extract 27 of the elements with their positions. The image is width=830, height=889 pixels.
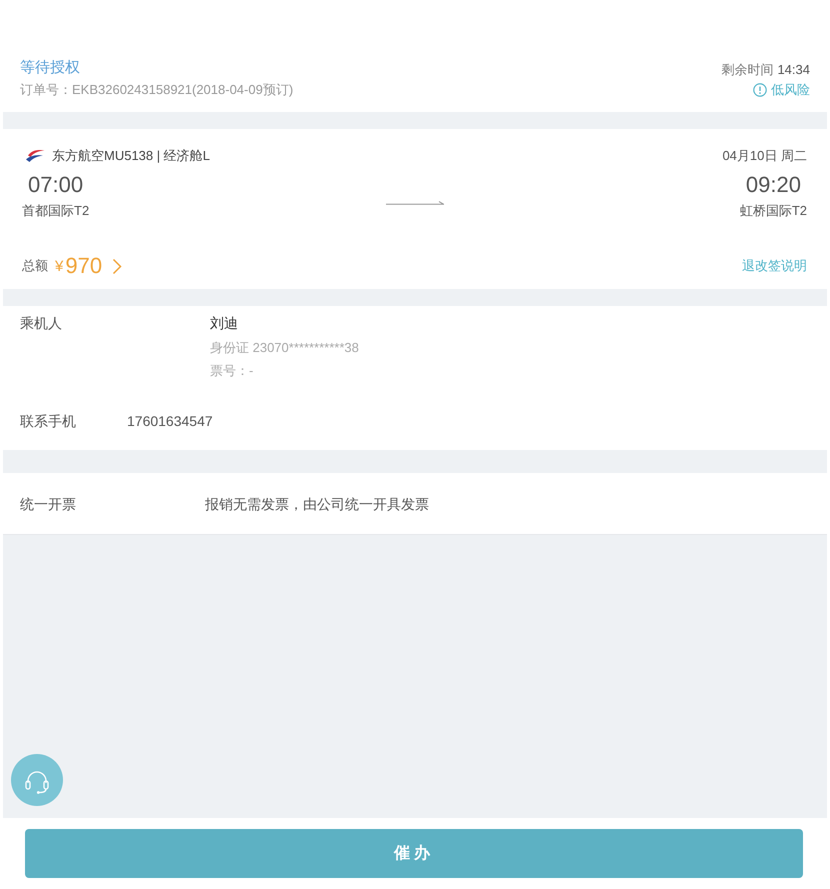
contact-label: 联系手机	[20, 413, 76, 429]
chevron-icon	[112, 258, 122, 274]
urge-button[interactable]: 催办	[25, 829, 803, 878]
flight-date: 04月10日 周二	[722, 147, 807, 165]
arrival-airport: 虹桥国际T2	[740, 202, 807, 220]
departure-airport: 首都国际T2	[22, 202, 90, 220]
alert-icon	[753, 83, 767, 97]
risk-level: 低风险	[771, 81, 810, 99]
total-price-button[interactable]: ¥970	[55, 252, 122, 280]
departure-time: 07:00	[28, 171, 84, 199]
order-number: 订单号：EKB3260243158921(2018-04-09预订)	[20, 81, 294, 99]
remaining-time-label: 剩余时间	[721, 62, 774, 77]
passenger-name: 刘迪	[210, 314, 238, 333]
remaining-time: 14:34	[777, 62, 810, 77]
flight-info: 东方航空MU5138 | 经济舱L	[52, 147, 210, 165]
ticket-number: 票号：-	[210, 362, 254, 380]
passenger-id: 身份证 23070***********38	[210, 339, 359, 357]
total-label: 总额	[22, 257, 48, 275]
invoice-label: 统一开票	[20, 496, 76, 512]
airline-logo-icon	[25, 149, 45, 163]
refund-policy-link[interactable]: 退改签说明	[742, 257, 807, 275]
arrival-time: 09:20	[746, 171, 801, 199]
passenger-label: 乘机人	[20, 315, 62, 331]
headset-icon[interactable]	[11, 754, 63, 806]
status-title: 等待授权	[20, 58, 80, 78]
invoice-note: 报销无需发票，由公司统一开具发票	[205, 495, 429, 514]
contact-phone: 17601634547	[127, 412, 213, 431]
